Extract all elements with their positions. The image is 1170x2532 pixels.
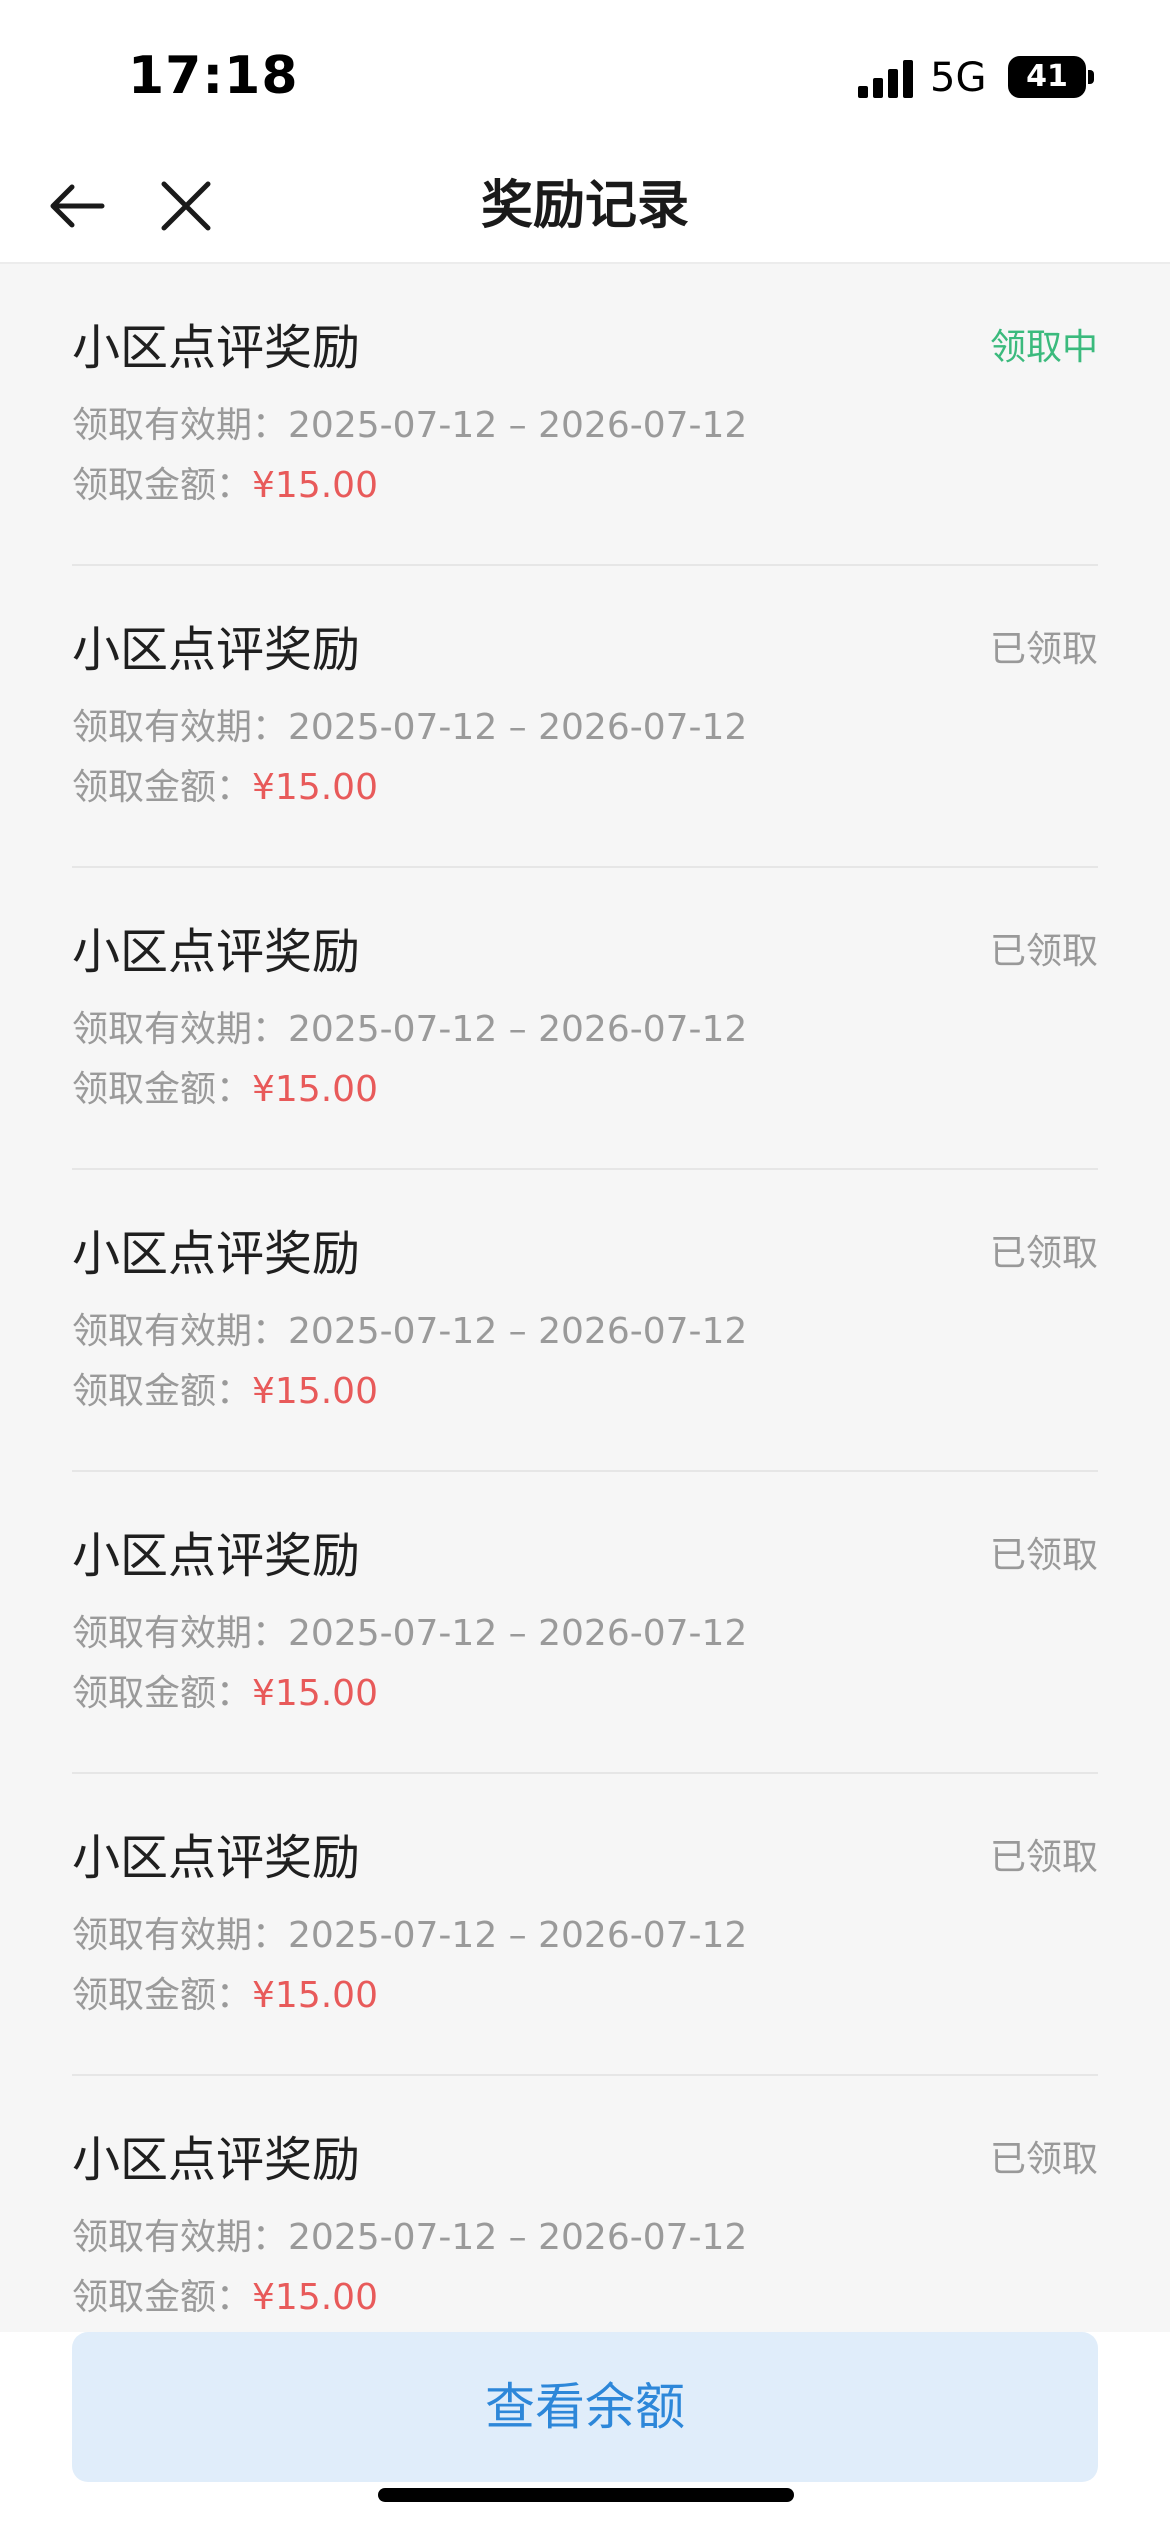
amount-value: ¥15.00 — [252, 1371, 378, 1412]
record-status: 已领取 — [989, 1233, 1098, 1274]
record-amount: 领取金额：¥15.00 — [72, 1066, 378, 1114]
reward-record-list[interactable]: 小区点评奖励 领取中 领取有效期：2025-07-12 – 2026-07-12… — [0, 264, 1170, 2332]
amount-value: ¥15.00 — [252, 2277, 378, 2318]
record-title: 小区点评奖励 — [72, 2132, 361, 2188]
amount-label: 领取金额： — [72, 465, 253, 506]
status-time: 17:18 — [128, 46, 299, 106]
validity-label: 领取有效期： — [72, 707, 289, 748]
bottom-bar: 查看余额 — [0, 2332, 1170, 2532]
record-status: 领取中 — [989, 327, 1098, 368]
amount-label: 领取金额： — [72, 767, 253, 808]
record-status: 已领取 — [989, 1837, 1098, 1878]
record-title: 小区点评奖励 — [72, 622, 361, 678]
reward-record[interactable]: 小区点评奖励 领取中 领取有效期：2025-07-12 – 2026-07-12… — [72, 264, 1098, 566]
amount-value: ¥15.00 — [252, 1069, 378, 1110]
validity-label: 领取有效期： — [72, 1311, 289, 1352]
reward-record[interactable]: 小区点评奖励 已领取 领取有效期：2025-07-12 – 2026-07-12… — [72, 868, 1098, 1170]
record-validity: 领取有效期：2025-07-12 – 2026-07-12 — [72, 402, 747, 450]
record-validity: 领取有效期：2025-07-12 – 2026-07-12 — [72, 704, 747, 752]
reward-record[interactable]: 小区点评奖励 已领取 领取有效期：2025-07-12 – 2026-07-12… — [72, 1170, 1098, 1472]
reward-record[interactable]: 小区点评奖励 已领取 领取有效期：2025-07-12 – 2026-07-12… — [72, 1472, 1098, 1774]
validity-value: 2025-07-12 – 2026-07-12 — [288, 1009, 748, 1050]
validity-value: 2025-07-12 – 2026-07-12 — [288, 1613, 748, 1654]
record-amount: 领取金额：¥15.00 — [72, 1670, 378, 1718]
validity-value: 2025-07-12 – 2026-07-12 — [288, 707, 748, 748]
record-validity: 领取有效期：2025-07-12 – 2026-07-12 — [72, 1610, 747, 1658]
reward-record[interactable]: 小区点评奖励 已领取 领取有效期：2025-07-12 – 2026-07-12… — [72, 566, 1098, 868]
reward-record[interactable]: 小区点评奖励 已领取 领取有效期：2025-07-12 – 2026-07-12… — [72, 2076, 1098, 2332]
record-amount: 领取金额：¥15.00 — [72, 2274, 378, 2322]
validity-label: 领取有效期： — [72, 1915, 289, 1956]
validity-label: 领取有效期： — [72, 2217, 289, 2258]
validity-label: 领取有效期： — [72, 1009, 289, 1050]
validity-label: 领取有效期： — [72, 1613, 289, 1654]
validity-value: 2025-07-12 – 2026-07-12 — [288, 405, 748, 446]
record-title: 小区点评奖励 — [72, 1830, 361, 1886]
record-title: 小区点评奖励 — [72, 1528, 361, 1584]
record-amount: 领取金额：¥15.00 — [72, 462, 378, 510]
network-label: 5G — [930, 55, 987, 101]
validity-label: 领取有效期： — [72, 405, 289, 446]
record-status: 已领取 — [989, 629, 1098, 670]
amount-value: ¥15.00 — [252, 1975, 378, 2016]
record-validity: 领取有效期：2025-07-12 – 2026-07-12 — [72, 2214, 747, 2262]
record-amount: 领取金额：¥15.00 — [72, 764, 378, 812]
record-status: 已领取 — [989, 931, 1098, 972]
record-status: 已领取 — [989, 1535, 1098, 1576]
amount-value: ¥15.00 — [252, 1673, 378, 1714]
amount-label: 领取金额： — [72, 1371, 253, 1412]
battery-cap — [1088, 70, 1094, 84]
amount-label: 领取金额： — [72, 1673, 253, 1714]
record-title: 小区点评奖励 — [72, 1226, 361, 1282]
amount-value: ¥15.00 — [252, 767, 378, 808]
validity-value: 2025-07-12 – 2026-07-12 — [288, 1915, 748, 1956]
page-title: 奖励记录 — [480, 176, 689, 236]
view-balance-button[interactable]: 查看余额 — [72, 2332, 1098, 2482]
validity-value: 2025-07-12 – 2026-07-12 — [288, 2217, 748, 2258]
record-validity: 领取有效期：2025-07-12 – 2026-07-12 — [72, 1308, 747, 1356]
status-bar: 17:18 5G 41 — [0, 0, 1170, 150]
nav-bar: 奖励记录 — [0, 150, 1170, 264]
record-amount: 领取金额：¥15.00 — [72, 1368, 378, 1416]
record-title: 小区点评奖励 — [72, 320, 361, 376]
amount-label: 领取金额： — [72, 1069, 253, 1110]
record-title: 小区点评奖励 — [72, 924, 361, 980]
record-validity: 领取有效期：2025-07-12 – 2026-07-12 — [72, 1006, 747, 1054]
record-validity: 领取有效期：2025-07-12 – 2026-07-12 — [72, 1912, 747, 1960]
signal-icon — [858, 60, 913, 98]
reward-record[interactable]: 小区点评奖励 已领取 领取有效期：2025-07-12 – 2026-07-12… — [72, 1774, 1098, 2076]
amount-label: 领取金额： — [72, 1975, 253, 2016]
validity-value: 2025-07-12 – 2026-07-12 — [288, 1311, 748, 1352]
amount-label: 领取金额： — [72, 2277, 253, 2318]
amount-value: ¥15.00 — [252, 465, 378, 506]
battery-icon: 41 — [1008, 56, 1086, 98]
home-indicator[interactable] — [378, 2488, 794, 2502]
record-status: 已领取 — [989, 2139, 1098, 2180]
record-amount: 领取金额：¥15.00 — [72, 1972, 378, 2020]
